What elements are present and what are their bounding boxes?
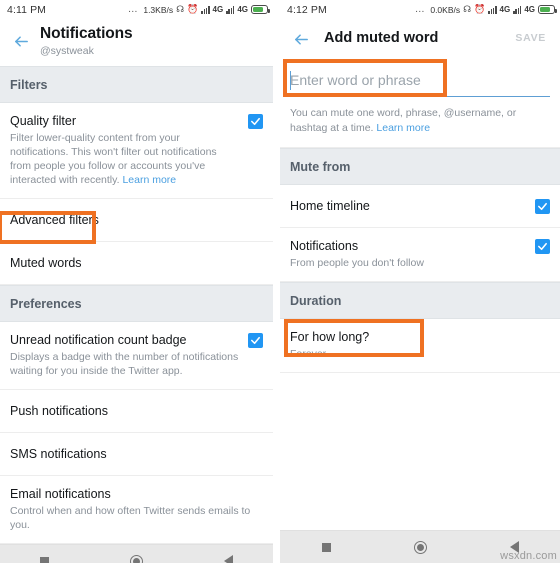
section-header-mute-from: Mute from [280,148,560,185]
network-type-2: 4G [524,5,535,14]
row-for-how-long[interactable]: For how long? Forever [280,319,560,373]
muted-word-field-zone: Enter word or phrase [280,60,560,97]
silent-icon: ☊ [463,4,472,14]
empty-space [280,373,560,530]
learn-more-link[interactable]: Learn more [122,174,176,186]
preferences-rows: Unread notification count badge Displays… [0,322,273,544]
left-phone-screen: 4:11 PM … 1.3KB/s ☊ ⏰ 4G 4G Notification… [0,0,273,563]
muted-word-input[interactable]: Enter word or phrase [290,71,550,97]
right-phone-screen: 4:12 PM … 0.0KB/s ☊ ⏰ 4G 4G Add muted wo… [280,0,560,563]
learn-more-link[interactable]: Learn more [376,122,430,134]
alarm-icon: ⏰ [474,4,486,14]
row-title: For how long? [290,330,370,344]
signal-icon [226,6,235,14]
back-arrow-icon[interactable] [288,26,314,52]
circle-icon[interactable] [129,554,143,563]
section-header-preferences: Preferences [0,285,273,322]
row-description-text: Filter lower-quality content from your n… [10,132,217,186]
system-nav-bar [0,544,273,563]
row-description: Filter lower-quality content from your n… [10,131,240,187]
helper-text: You can mute one word, phrase, @username… [280,97,560,148]
battery-icon [538,5,557,14]
section-header-duration: Duration [280,282,560,319]
status-bar-network-speed: 1.3KB/s [143,4,174,15]
input-placeholder: Enter word or phrase [290,72,421,88]
back-arrow-icon[interactable] [8,28,34,54]
battery-icon [251,5,270,14]
filters-rows: Quality filter Filter lower-quality cont… [0,103,273,285]
row-title: Push notifications [10,404,108,418]
status-bar-time: 4:12 PM [287,3,327,16]
row-title: Home timeline [290,199,370,213]
circle-icon[interactable] [413,540,427,554]
signal-icon [488,6,497,14]
status-bar-network-speed: 0.0KB/s [430,4,461,15]
row-quality-filter[interactable]: Quality filter Filter lower-quality cont… [0,103,273,199]
row-description: From people you don't follow [290,257,424,269]
page-title: Add muted word [324,29,439,46]
row-sms-notifications[interactable]: SMS notifications [0,433,273,476]
signal-icon [513,6,522,14]
status-bar: 4:12 PM … 0.0KB/s ☊ ⏰ 4G 4G [280,0,560,19]
app-bar: Notifications @systweak [0,19,273,66]
panel-divider [273,0,280,563]
row-description: Forever [290,348,327,360]
row-email-notifications[interactable]: Email notifications Control when and how… [0,476,273,544]
row-muted-words[interactable]: Muted words [0,242,273,285]
row-unread-notification-count-badge[interactable]: Unread notification count badge Displays… [0,322,273,390]
network-type-1: 4G [212,5,224,14]
save-button[interactable]: SAVE [515,32,552,44]
status-bar-more-icon: … [127,4,139,15]
text-caret [290,71,292,90]
watermark: wsxdn.com [500,550,557,562]
status-bar-more-icon: … [414,4,426,15]
signal-icon [201,6,210,14]
mute-from-rows: Home timeline Notifications From people … [280,185,560,282]
dual-screenshot-container: 4:11 PM … 1.3KB/s ☊ ⏰ 4G 4G Notification… [0,0,560,563]
row-title: Email notifications [10,487,111,501]
row-title: Notifications [290,239,359,253]
row-title: Unread notification count badge [10,333,187,347]
checkbox-unread-badge[interactable] [248,333,263,348]
section-header-filters: Filters [0,66,273,103]
row-description: Control when and how often Twitter sends… [10,505,251,531]
checkbox-home-timeline[interactable] [535,199,550,214]
row-title: Muted words [10,256,82,270]
status-bar-time: 4:11 PM [7,3,47,16]
row-title: Advanced filters [10,213,99,227]
row-title: SMS notifications [10,447,107,461]
square-icon[interactable] [321,542,331,552]
checkbox-quality-filter[interactable] [248,114,263,129]
row-description: Displays a badge with the number of noti… [10,351,239,377]
triangle-back-icon[interactable] [223,555,233,563]
row-title: Quality filter [10,114,76,128]
row-push-notifications[interactable]: Push notifications [0,390,273,433]
alarm-icon: ⏰ [187,4,199,14]
status-bar: 4:11 PM … 1.3KB/s ☊ ⏰ 4G 4G [0,0,273,19]
system-nav-bar: wsxdn.com [280,530,560,563]
square-icon[interactable] [40,556,50,563]
network-type-2: 4G [237,5,248,14]
network-type-1: 4G [499,5,511,14]
checkbox-notifications[interactable] [535,239,550,254]
row-home-timeline[interactable]: Home timeline [280,185,560,228]
row-advanced-filters[interactable]: Advanced filters [0,199,273,242]
app-bar: Add muted word SAVE [280,19,560,60]
duration-rows: For how long? Forever [280,319,560,373]
page-title: Notifications [40,25,133,42]
row-notifications[interactable]: Notifications From people you don't foll… [280,228,560,282]
account-handle: @systweak [40,45,94,57]
silent-icon: ☊ [176,4,185,14]
